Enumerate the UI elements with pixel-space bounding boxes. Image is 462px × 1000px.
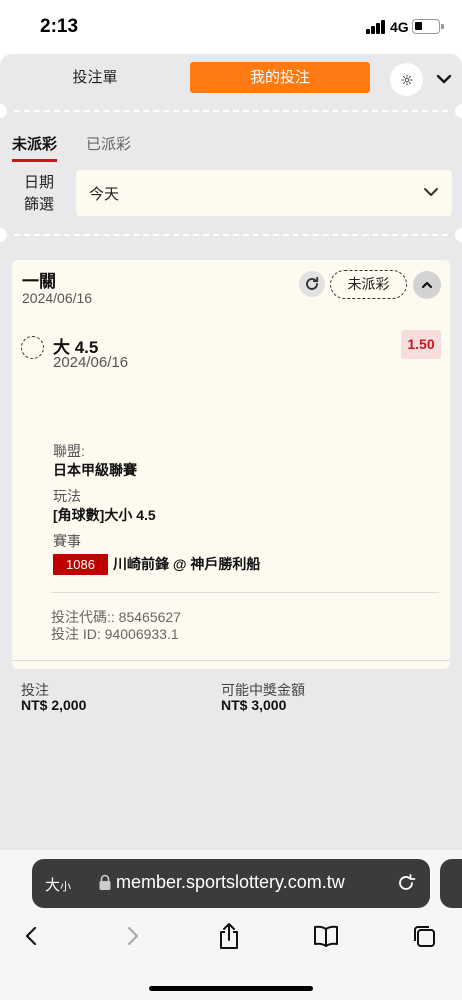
ticket-notch-right: [455, 104, 462, 118]
refresh-icon: [306, 276, 319, 290]
date-filter-select[interactable]: 今天: [76, 170, 452, 216]
share-icon: [220, 923, 238, 949]
ticket-notch-left: [0, 104, 7, 118]
tabs-button[interactable]: [410, 922, 438, 950]
bet-type: 一關: [22, 272, 56, 291]
tabs-icon: [414, 926, 435, 947]
settings-button[interactable]: [390, 63, 423, 96]
bookmarks-button[interactable]: [312, 922, 340, 950]
ticket-notch-right: [455, 228, 462, 242]
book-icon: [314, 925, 338, 947]
league-label: 聯盟:: [53, 443, 85, 459]
status-tabs: 未派彩 已派彩: [0, 124, 462, 164]
url-text: member.sportslottery.com.tw: [116, 872, 345, 892]
chevron-down-icon: [436, 74, 452, 84]
league-value: 日本甲級聯賽: [53, 462, 137, 478]
stake-value: NT$ 2,000: [21, 697, 87, 713]
event-id-badge: 1086: [53, 554, 108, 575]
home-indicator: [149, 986, 313, 991]
chevron-down-icon: [424, 188, 438, 196]
next-tab-peek[interactable]: [440, 859, 462, 908]
network-label: 4G: [390, 19, 409, 35]
event-name: 川崎前鋒 @ 神戶勝利船: [113, 556, 261, 572]
tab-my-bets[interactable]: 我的投注: [190, 62, 370, 93]
gear-icon: [401, 74, 412, 85]
signal-icon: [366, 20, 386, 34]
potential-win-value: NT$ 3,000: [221, 697, 287, 713]
event-label: 賽事: [53, 533, 81, 549]
tab-settled[interactable]: 已派彩: [86, 133, 131, 154]
tab-bet-slip[interactable]: 投注單: [20, 62, 170, 93]
reload-icon[interactable]: [395, 872, 417, 894]
dashed-divider: [14, 110, 448, 112]
status-time: 2:13: [40, 16, 79, 37]
ticket-notch-left: [0, 228, 7, 242]
refresh-button[interactable]: [299, 271, 325, 297]
battery-icon: [412, 19, 440, 34]
odds-badge: 1.50: [401, 330, 441, 359]
share-button[interactable]: [215, 922, 243, 950]
back-button[interactable]: [18, 922, 46, 950]
date-filter-label: 日期 篩選: [23, 174, 54, 213]
battery-cap: [441, 24, 444, 29]
collapse-button[interactable]: [413, 271, 441, 299]
selection-status-icon: [21, 336, 44, 359]
browser-toolbar: 大小 member.sportslottery.com.tw: [0, 850, 462, 1000]
dashed-divider: [14, 234, 448, 236]
text-size-button[interactable]: 大小: [45, 874, 71, 895]
status-bar: 2:13 4G: [0, 0, 462, 54]
chevron-right-icon: [127, 926, 139, 946]
bet-status-badge: 未派彩: [330, 270, 407, 299]
chevron-left-icon: [25, 926, 37, 946]
page-content: 投注單 我的投注 未派彩 已派彩 日期 篩選 今天 一關 2024/06/16 …: [0, 54, 462, 850]
bet-date: 2024/06/16: [22, 290, 93, 306]
address-bar[interactable]: 大小 member.sportslottery.com.tw: [32, 859, 430, 908]
lock-icon: [99, 874, 111, 890]
divider: [12, 660, 450, 661]
chevron-up-icon: [421, 281, 433, 289]
header-tabs: 投注單 我的投注: [0, 54, 462, 104]
divider: [51, 592, 439, 593]
bet-id: 投注 ID: 94006933.1: [51, 626, 179, 642]
date-filter-value: 今天: [89, 186, 120, 203]
market-label: 玩法: [53, 488, 81, 504]
tab-unsettled[interactable]: 未派彩: [12, 133, 58, 162]
forward-button[interactable]: [118, 922, 146, 950]
bet-card: 一關 2024/06/16 未派彩 大 4.5 2024/06/16 1.50 …: [12, 260, 450, 713]
market-value: [角球數]大小 4.5: [53, 507, 156, 523]
selection-date: 2024/06/16: [53, 354, 129, 371]
header-dropdown-button[interactable]: [433, 68, 455, 90]
